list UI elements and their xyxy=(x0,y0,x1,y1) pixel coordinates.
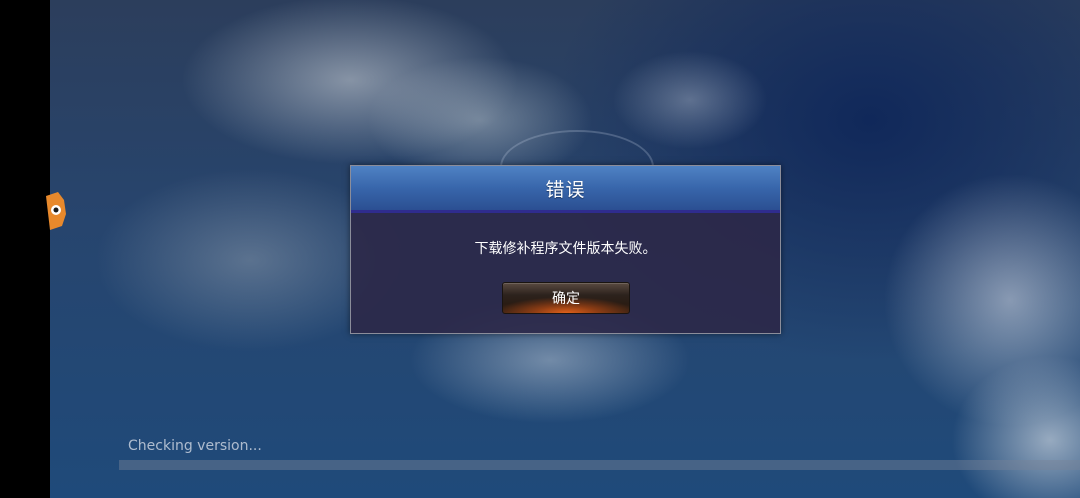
loading-status-text: Checking version... xyxy=(128,438,262,454)
cat-mascot-icon[interactable] xyxy=(44,190,68,234)
dialog-message: 下载修补程序文件版本失败。 xyxy=(474,241,657,257)
dialog-title: 错误 xyxy=(545,178,586,201)
left-letterbox xyxy=(0,0,50,498)
loading-progress-bar xyxy=(119,460,1080,470)
game-screen: 错误 下载修补程序文件版本失败。 确定 Checking version... xyxy=(0,0,1080,498)
error-dialog: 错误 下载修补程序文件版本失败。 确定 xyxy=(350,165,781,334)
confirm-button[interactable]: 确定 xyxy=(502,282,630,314)
confirm-button-label: 确定 xyxy=(552,291,580,307)
dialog-header: 错误 xyxy=(351,166,780,213)
